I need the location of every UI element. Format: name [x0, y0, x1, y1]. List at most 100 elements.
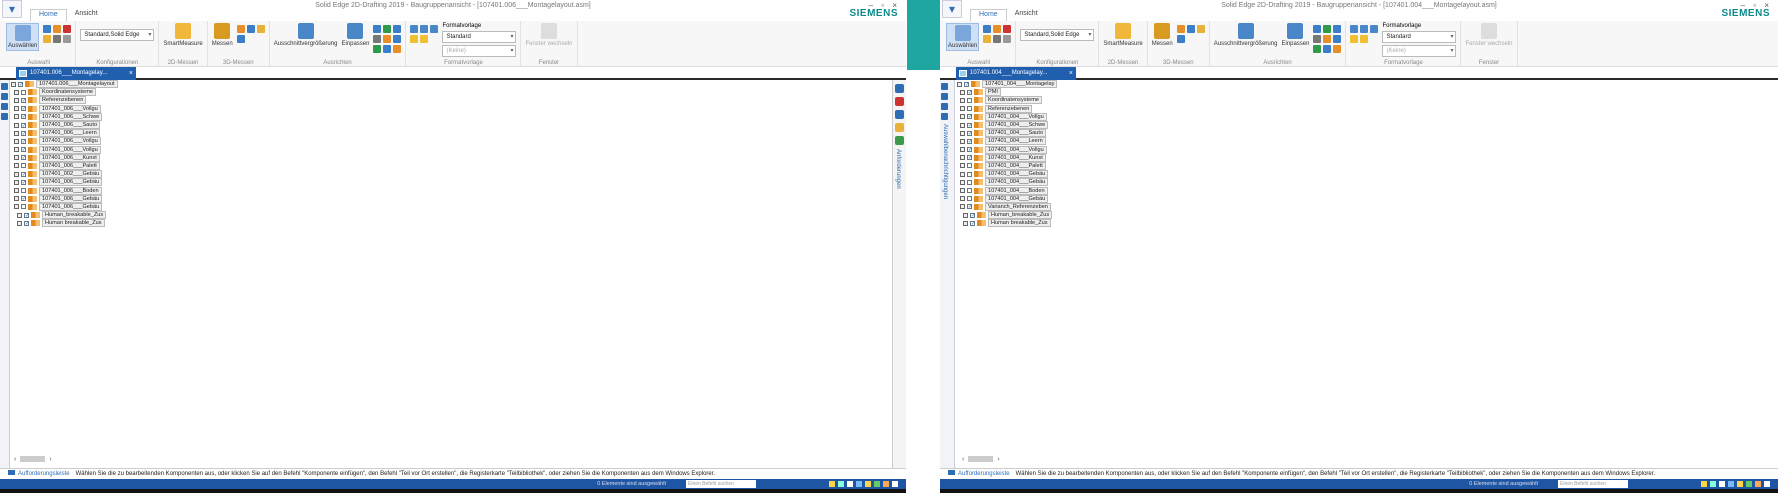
tree-item[interactable]: Referenzebenen: [957, 104, 1057, 113]
tree-item[interactable]: ✓ 107401.006___Montagelayout: [11, 80, 118, 89]
selection-tools-tool-icon-5[interactable]: [63, 35, 72, 43]
expand-toggle[interactable]: [14, 106, 19, 112]
expand-toggle[interactable]: [960, 106, 965, 112]
tree-item[interactable]: ✓ 107401_006___Kunst: [11, 153, 118, 162]
expand-toggle[interactable]: [14, 179, 19, 185]
status-tool-icon[interactable]: [856, 481, 862, 487]
tree-item[interactable]: ✓ Human breakable_Zus: [957, 219, 1057, 228]
tree-item[interactable]: ✓ 107401_006___Schwe: [11, 112, 118, 121]
panel-tab-icon[interactable]: [941, 113, 948, 120]
panel-tab-icon[interactable]: [895, 84, 904, 93]
status-tool-icon[interactable]: [1710, 481, 1716, 487]
visibility-checkbox[interactable]: [967, 179, 972, 185]
style-tools-tool-icon-2[interactable]: [430, 25, 439, 33]
status-tool-icon[interactable]: [1746, 481, 1752, 487]
expand-toggle[interactable]: [957, 81, 962, 87]
visibility-checkbox[interactable]: ✓: [21, 114, 26, 120]
visibility-checkbox[interactable]: ✓: [21, 147, 26, 153]
status-tool-icon[interactable]: [1701, 481, 1707, 487]
fit-button[interactable]: Einpassen: [1281, 23, 1309, 47]
status-tool-icon[interactable]: [892, 481, 898, 487]
status-tool-icon[interactable]: [838, 481, 844, 487]
tab-home[interactable]: Home: [970, 9, 1007, 21]
tree-item[interactable]: ✓ 107401_006___Vollgu: [11, 104, 118, 113]
tree-item[interactable]: 107401_004___Gebäu: [957, 178, 1057, 187]
horizontal-scrollbar[interactable]: ‹ ›: [962, 456, 1000, 463]
tree-item[interactable]: ✓ 107401_006___Leern: [11, 129, 118, 138]
scroll-thumb[interactable]: [968, 456, 994, 463]
view-tools-tool-icon-7[interactable]: [1323, 45, 1332, 53]
tree-item[interactable]: 107401_006___Gebäu: [11, 202, 118, 211]
visibility-checkbox[interactable]: ✓: [964, 81, 969, 87]
view-tools-tool-icon-8[interactable]: [1333, 45, 1342, 53]
tree-item[interactable]: ✓ 107401_006___Sauto: [11, 121, 118, 130]
prompt-bar-label[interactable]: Aufforderungsleiste: [958, 471, 1010, 477]
tree-item[interactable]: ✓ 107401_004___Leern: [957, 137, 1057, 146]
visibility-checkbox[interactable]: ✓: [967, 155, 972, 161]
view-tools-tool-icon-3[interactable]: [373, 35, 382, 43]
view-tools-tool-icon-5[interactable]: [393, 35, 402, 43]
command-search-input[interactable]: Einen Befehl suchen: [1558, 480, 1628, 488]
panel-tab-icon[interactable]: [895, 110, 904, 119]
expand-toggle[interactable]: [14, 89, 19, 95]
visibility-checkbox[interactable]: ✓: [967, 147, 972, 153]
visibility-checkbox[interactable]: ✓: [21, 196, 26, 202]
view-tools-tool-icon-6[interactable]: [373, 45, 382, 53]
expand-toggle[interactable]: [963, 212, 968, 218]
tree-item[interactable]: ✓ Human_breakable_Zus: [11, 211, 118, 220]
panel-tab-icon[interactable]: [941, 103, 948, 110]
expand-toggle[interactable]: [960, 138, 965, 144]
selection-tools-tool-icon-2[interactable]: [63, 25, 72, 33]
tree-item[interactable]: Koordinatensysteme: [957, 96, 1057, 105]
switch-window-button[interactable]: Fenster wechseln: [1465, 23, 1513, 47]
expand-toggle[interactable]: [963, 220, 968, 226]
expand-toggle[interactable]: [960, 179, 965, 185]
status-tool-icon[interactable]: [1728, 481, 1734, 487]
view-tools-tool-icon-4[interactable]: [383, 35, 392, 43]
expand-toggle[interactable]: [14, 163, 19, 169]
status-tool-icon[interactable]: [883, 481, 889, 487]
measure-tools-tool-icon-3[interactable]: [1176, 35, 1185, 43]
tree-item[interactable]: ✓ Varianch_Referenzeben: [957, 202, 1057, 211]
expand-toggle[interactable]: [14, 204, 19, 210]
panel-tab-icon[interactable]: [895, 97, 904, 106]
format-none-dropdown[interactable]: (Keine): [442, 45, 517, 57]
view-tools-tool-icon-2[interactable]: [393, 25, 402, 33]
tree-item[interactable]: ✓ 107401_004___Sauto: [957, 129, 1057, 138]
expand-toggle[interactable]: [14, 171, 19, 177]
measure-tools-tool-icon-2[interactable]: [1196, 25, 1205, 33]
tree-item[interactable]: ✓ Referenzebenen: [11, 96, 118, 105]
view-tools-tool-icon-3[interactable]: [1313, 35, 1322, 43]
selection-tools-tool-icon-4[interactable]: [993, 35, 1002, 43]
view-tools-tool-icon-1[interactable]: [1323, 25, 1332, 33]
view-tools-tool-icon-0[interactable]: [373, 25, 382, 33]
measure-tools-tool-icon-2[interactable]: [256, 25, 265, 33]
format-style-dropdown[interactable]: Standard: [1382, 31, 1457, 43]
view-tools-tool-icon-5[interactable]: [1333, 35, 1342, 43]
view-tools-tool-icon-6[interactable]: [1313, 45, 1322, 53]
tree-item[interactable]: 107401_004___Gebäu: [957, 194, 1057, 203]
view-tools-tool-icon-2[interactable]: [1333, 25, 1342, 33]
measure-button[interactable]: Messen: [1152, 23, 1173, 47]
visibility-checkbox[interactable]: ✓: [21, 106, 26, 112]
tree-item[interactable]: 107401_006___Palett: [11, 161, 118, 170]
panel-tab-icon[interactable]: [941, 93, 948, 100]
tree-item[interactable]: ✓ 107401_002___Gebäu: [11, 170, 118, 179]
zoom-area-button[interactable]: Ausschnittvergrößerung: [274, 23, 337, 47]
tree-item[interactable]: ✓ 107401_004___Kunst: [957, 153, 1057, 162]
visibility-checkbox[interactable]: ✓: [24, 220, 29, 226]
tree-item[interactable]: ✓ 107401_006___Vollgu: [11, 137, 118, 146]
visibility-checkbox[interactable]: ✓: [970, 212, 975, 218]
panel-tab-icon[interactable]: [895, 123, 904, 132]
style-tools-tool-icon-1[interactable]: [420, 25, 429, 33]
expand-toggle[interactable]: [960, 188, 965, 194]
tree-item[interactable]: 107401_004___Palett: [957, 161, 1057, 170]
status-tool-icon[interactable]: [829, 481, 835, 487]
expand-toggle[interactable]: [14, 130, 19, 136]
visibility-checkbox[interactable]: [967, 97, 972, 103]
expand-toggle[interactable]: [960, 114, 965, 120]
tree-item[interactable]: ✓ PMI: [957, 88, 1057, 97]
panel-tab-icon[interactable]: [1, 103, 8, 110]
style-tools-tool-icon-3[interactable]: [410, 35, 419, 43]
expand-toggle[interactable]: [14, 147, 19, 153]
